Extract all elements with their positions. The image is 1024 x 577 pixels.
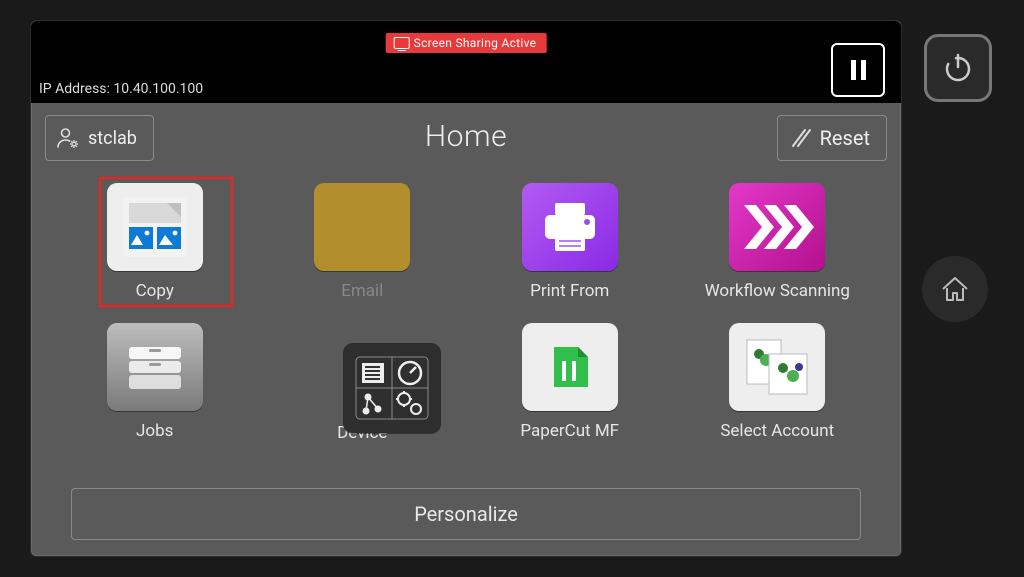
topbar: Screen Sharing Active IP Address: 10.40.…	[31, 21, 901, 103]
device-icon	[352, 353, 432, 423]
select-account-tile	[729, 323, 825, 411]
personalize-label: Personalize	[414, 502, 518, 526]
app-select-account[interactable]: Select Account	[684, 323, 872, 465]
home-icon	[938, 272, 972, 306]
power-button[interactable]	[924, 34, 992, 102]
copy-icon	[117, 193, 193, 261]
app-jobs[interactable]: Jobs	[61, 323, 249, 465]
page-title: Home	[425, 119, 507, 154]
ip-address: IP Address: 10.40.100.100	[39, 81, 203, 97]
header: stclab Home Reset	[31, 111, 901, 171]
reset-icon	[790, 127, 812, 149]
printer-icon	[539, 199, 601, 255]
app-label: Print From	[530, 281, 609, 301]
power-icon	[941, 51, 975, 85]
reset-button[interactable]: Reset	[777, 115, 887, 161]
papercut-icon	[542, 339, 598, 395]
user-gear-icon	[56, 126, 80, 150]
app-label: Email	[341, 281, 383, 301]
screen-sharing-text: Screen Sharing Active	[414, 36, 537, 50]
reset-label: Reset	[820, 126, 870, 150]
personalize-button[interactable]: Personalize	[71, 488, 861, 540]
workflow-icon	[738, 197, 816, 257]
app-grid: Copy Email Print From	[61, 183, 871, 465]
device-tile	[343, 343, 441, 433]
ip-prefix: IP Address:	[39, 81, 113, 97]
screen-icon	[394, 37, 410, 49]
app-print-from[interactable]: Print From	[476, 183, 664, 323]
print-from-tile	[522, 183, 618, 271]
app-label: Select Account	[720, 421, 834, 441]
pause-button[interactable]	[831, 43, 885, 97]
app-label: Jobs	[136, 421, 173, 441]
app-device[interactable]: Device	[269, 323, 457, 465]
printer-touchscreen: Screen Sharing Active IP Address: 10.40.…	[30, 20, 902, 557]
jobs-tile	[107, 323, 203, 411]
app-papercut[interactable]: PaperCut MF	[476, 323, 664, 465]
ip-value: 10.40.100.100	[113, 81, 203, 97]
workflow-tile	[729, 183, 825, 271]
app-label: Workflow Scanning	[705, 281, 850, 301]
app-email[interactable]: Email	[269, 183, 457, 323]
app-copy[interactable]: Copy	[61, 183, 249, 323]
pause-icon	[861, 60, 866, 80]
pause-icon	[851, 60, 856, 80]
select-account-icon	[739, 334, 815, 400]
home-button[interactable]	[922, 256, 988, 322]
jobs-icon	[121, 337, 189, 397]
screen-sharing-banner: Screen Sharing Active	[386, 33, 547, 53]
user-name: stclab	[88, 128, 137, 149]
app-workflow-scanning[interactable]: Workflow Scanning	[684, 183, 872, 323]
email-tile	[314, 183, 410, 271]
app-label: PaperCut MF	[520, 421, 619, 441]
copy-tile	[107, 183, 203, 271]
user-chip[interactable]: stclab	[45, 115, 154, 161]
app-label: Copy	[136, 281, 174, 301]
papercut-tile	[522, 323, 618, 411]
